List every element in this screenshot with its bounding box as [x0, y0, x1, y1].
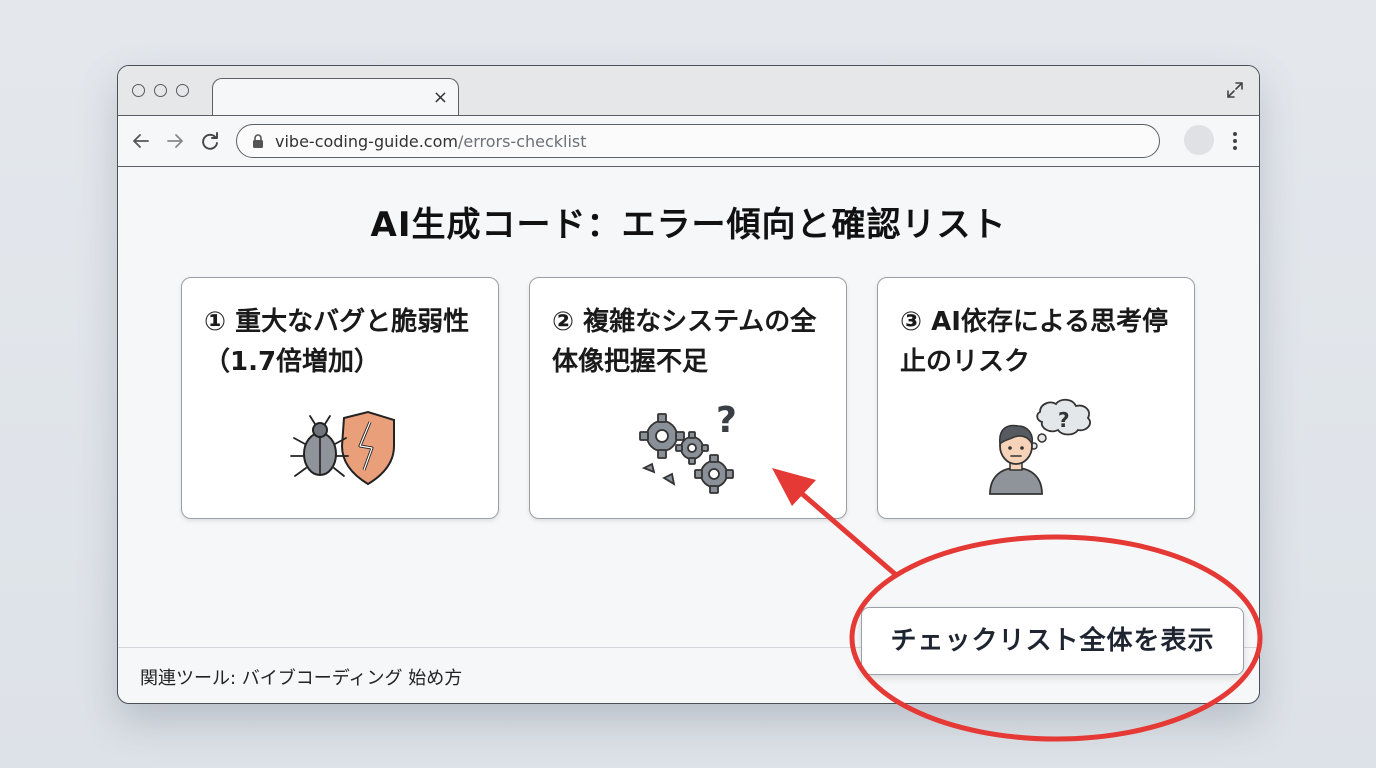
thinking-person-icon: ? [989, 398, 1091, 495]
back-arrow-icon[interactable] [130, 130, 152, 152]
show-checklist-button[interactable]: チェックリスト全体を表示 [861, 607, 1244, 675]
tab-close-icon[interactable]: × [433, 88, 448, 108]
card-title: ③ AI依存による思考停止のリスク [900, 307, 1169, 377]
window-zoom-control[interactable] [176, 84, 189, 97]
error-card-dependency[interactable]: ③ AI依存による思考停止のリスク ? [877, 277, 1195, 519]
address-bar[interactable]: vibe-coding-guide.com/errors-checklist [236, 124, 1160, 158]
url-text: vibe-coding-guide.com/errors-checklist [275, 132, 587, 151]
error-card-bugs[interactable]: ① 重大なバグと脆弱性（1.7倍増加） [181, 277, 499, 519]
reload-icon[interactable] [199, 130, 221, 152]
svg-text:?: ? [1058, 408, 1070, 432]
fullscreen-icon[interactable] [1225, 80, 1245, 100]
svg-text:?: ? [716, 400, 737, 441]
title-bar: × [118, 66, 1259, 118]
profile-avatar[interactable] [1184, 125, 1214, 155]
gears-question-icon: ? [639, 400, 737, 494]
browser-window: × vibe-coding-guide.com/errors-checklist [117, 65, 1260, 704]
window-close-control[interactable] [132, 84, 145, 97]
window-minimize-control[interactable] [154, 84, 167, 97]
card-title: ① 重大なバグと脆弱性（1.7倍増加） [204, 307, 470, 377]
bug-shield-icon [290, 410, 395, 486]
page-title: AI生成コード：エラー傾向と確認リスト [370, 205, 1007, 245]
browser-toolbar: vibe-coding-guide.com/errors-checklist [118, 115, 1259, 167]
page-content: AI生成コード：エラー傾向と確認リスト ① 重大なバグと脆弱性（1.7倍増加） … [118, 167, 1259, 702]
more-menu-icon[interactable] [1228, 128, 1242, 154]
browser-tab[interactable]: × [212, 78, 459, 118]
related-tools-text: 関連ツール: バイブコーディング 始め方 [140, 668, 463, 689]
lock-icon [253, 134, 263, 148]
error-card-complexity[interactable]: ② 複雑なシステムの全体像把握不足 ? [529, 277, 847, 519]
card-title: ② 複雑なシステムの全体像把握不足 [552, 307, 817, 377]
forward-arrow-icon[interactable] [164, 130, 186, 152]
